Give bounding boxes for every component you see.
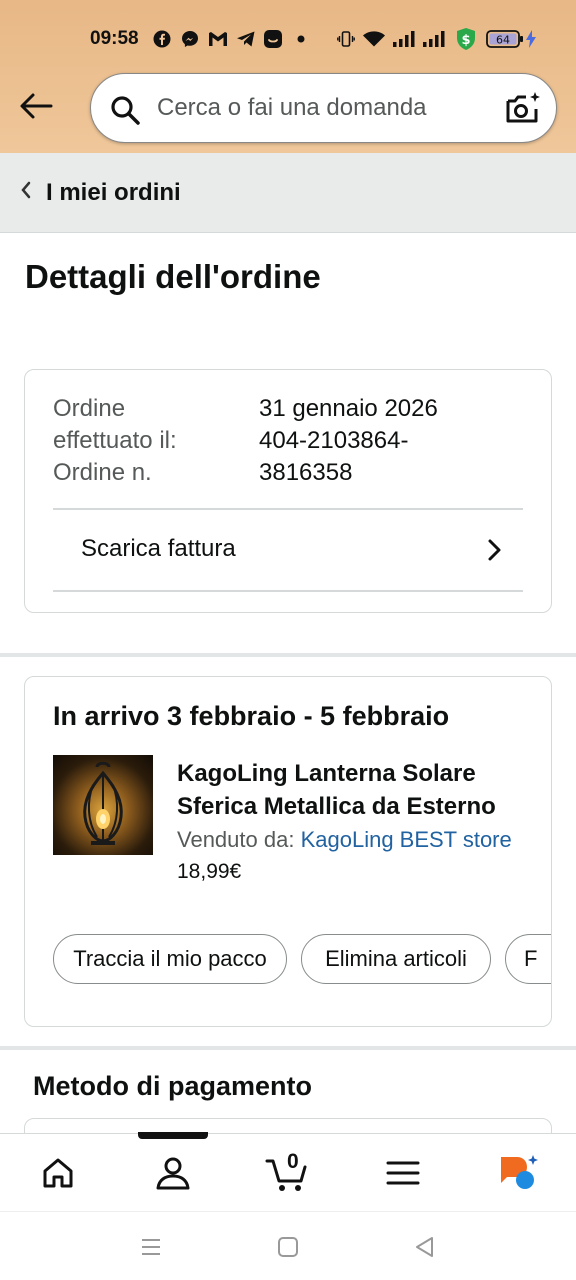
page-title: Dettagli dell'ordine (25, 258, 321, 295)
track-package-button[interactable]: Traccia il mio pacco (53, 934, 287, 984)
rufus-ai-icon[interactable] (488, 1148, 548, 1198)
seller-label: Venduto da: (177, 827, 295, 852)
search-input[interactable]: Cerca o fai una domanda (157, 94, 427, 122)
wifi-icon (362, 30, 386, 48)
facebook-icon (153, 30, 171, 48)
status-time: 09:58 (90, 28, 139, 49)
back-arrow-icon[interactable] (16, 88, 56, 124)
seller-info: Venduto da: KagoLing BEST store (177, 827, 512, 853)
seller-link[interactable]: KagoLing BEST store (301, 827, 512, 852)
battery-icon: 64 (486, 29, 524, 49)
vibrate-icon (337, 30, 355, 48)
order-info-card: Ordine effettuato il: Ordine n. 31 genna… (24, 369, 552, 613)
svg-text:$: $ (461, 33, 470, 48)
shipment-card: In arrivo 3 febbraio - 5 febbraio KagoLi… (24, 676, 552, 1027)
order-date-label: Ordine effettuato il: (53, 395, 177, 454)
telegram-icon (236, 30, 256, 48)
section-separator (0, 1046, 576, 1050)
charging-icon (525, 30, 537, 48)
system-nav-bar (0, 1211, 576, 1280)
more-actions-button[interactable]: F (505, 934, 551, 984)
arrival-date: In arrivo 3 febbraio - 5 febbraio (53, 701, 450, 731)
signal-icon (392, 30, 416, 48)
section-separator (0, 653, 576, 657)
dot-icon (296, 30, 306, 48)
home-button-icon[interactable] (275, 1234, 301, 1260)
camera-search-icon[interactable] (504, 90, 542, 128)
messenger-icon (181, 30, 199, 48)
product-price: 18,99€ (177, 860, 242, 883)
recent-apps-icon[interactable] (138, 1234, 164, 1260)
download-invoice-label: Scarica fattura (81, 535, 236, 562)
account-icon[interactable] (143, 1148, 203, 1198)
menu-icon[interactable] (373, 1148, 433, 1198)
payment-method-heading: Metodo di pagamento (33, 1071, 312, 1101)
status-bar: 09:58 $ 64 (0, 0, 576, 78)
product-image[interactable] (53, 755, 153, 855)
app-header: 09:58 $ 64 Cerca o fai una domanda (0, 0, 576, 153)
order-number-value: 404-2103864-3816358 (259, 427, 409, 486)
order-number-label: Ordine n. (53, 459, 152, 486)
active-tab-indicator (138, 1132, 208, 1139)
dollar-shield-icon: $ (455, 27, 477, 51)
order-date-value: 31 gennaio 2026 (259, 395, 438, 422)
search-bar[interactable]: Cerca o fai una domanda (90, 73, 557, 143)
back-button-icon[interactable] (412, 1234, 438, 1260)
gmail-icon (208, 30, 228, 48)
download-invoice-row[interactable]: Scarica fattura (53, 510, 523, 590)
chevron-left-icon (20, 180, 32, 206)
divider (53, 590, 523, 592)
breadcrumb[interactable]: I miei ordini (0, 153, 576, 233)
order-labels: Ordine effettuato il: Ordine n. (53, 393, 223, 489)
battery-level: 64 (496, 34, 510, 47)
product-title-link[interactable]: KagoLing Lanterna Solare Sferica Metalli… (177, 757, 529, 823)
cart-count: 0 (287, 1150, 299, 1173)
home-icon[interactable] (28, 1148, 88, 1198)
signal-icon (422, 30, 446, 48)
breadcrumb-my-orders[interactable]: I miei ordini (46, 179, 181, 207)
remove-items-button[interactable]: Elimina articoli (301, 934, 491, 984)
search-icon (111, 96, 140, 125)
app-icon (263, 30, 283, 48)
order-values: 31 gennaio 2026 404-2103864-3816358 (259, 393, 449, 489)
chevron-right-icon (488, 539, 501, 561)
